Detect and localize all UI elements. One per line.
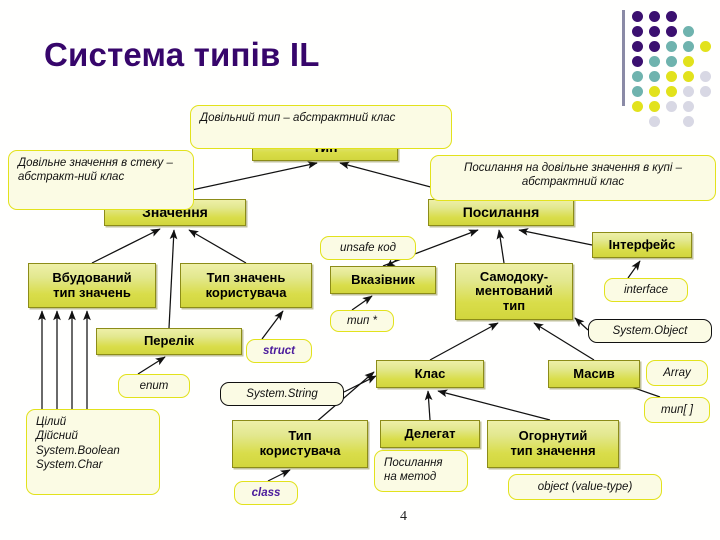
callout-arraytype-kw[interactable]: тип[ ] [644,397,710,423]
node-reference[interactable]: Посилання [428,199,574,226]
callout-struct-kw[interactable]: struct [246,339,312,363]
callout-value-note[interactable]: Довільне значення в стеку – абстракт-ний… [8,150,194,210]
node-enumeration[interactable]: Перелік [96,328,242,355]
callout-text: тип[ ] [661,403,693,416]
callout-systemstring[interactable]: System.String [220,382,344,406]
callout-text: interface [623,283,669,296]
node-label: Тип користувача [259,428,341,458]
node-builtin[interactable]: Вбудований тип значень [28,263,156,308]
callout-systemobject[interactable]: System.Object [588,319,712,343]
callout-boxed-kw[interactable]: object (value-type) [508,474,662,500]
callout-text: Array [663,366,691,379]
callout-text: тип * [347,314,377,327]
callout-class-kw[interactable]: class [234,481,298,505]
node-label: Масив [573,365,615,381]
node-interface[interactable]: Інтерфейс [592,232,692,258]
node-label: Самодоку-ментований тип [475,268,553,313]
slide-canvas: Система типів IL Значення Посилання Вбуд… [0,0,720,540]
callout-text: Посилання на довільне значення в купі – … [464,162,682,189]
callout-delegate-note[interactable]: Посилання на метод [374,450,468,492]
page-number: 4 [400,509,407,524]
callout-text: class [251,486,281,499]
node-delegate[interactable]: Делегат [380,420,480,448]
callout-text: System.String [246,387,318,400]
node-class[interactable]: Клас [376,360,484,388]
callout-primitives[interactable]: Цілий Дійсний System.Boolean System.Char [26,409,160,495]
node-pointer[interactable]: Вказівник [330,266,436,294]
callout-unsafe-note[interactable]: unsafe код [320,236,416,260]
node-label: Вбудований тип значень [52,269,132,300]
node-usertype[interactable]: Тип користувача [232,420,368,468]
callout-text: struct [263,344,295,357]
callout-text: enum [139,379,169,392]
callout-text: Довільний тип – абстрактний клас [200,112,396,124]
node-label: Інтерфейс [608,236,676,252]
node-boxed[interactable]: Огорнутий тип значення [487,420,619,468]
callout-pointer-kw[interactable]: тип * [330,310,394,332]
callout-array-kw[interactable]: Array [646,360,708,386]
callout-text: unsafe код [340,241,396,254]
node-label: Делегат [404,425,456,441]
node-label: Огорнутий тип значення [510,428,596,458]
node-label: Тип значень користувача [205,269,287,300]
callout-reference-note[interactable]: Посилання на довільне значення в купі – … [430,155,716,201]
callout-text: Цілий Дійсний System.Boolean System.Char [36,416,120,472]
node-label: Вказівник [351,271,415,287]
node-selfdoc[interactable]: Самодоку-ментований тип [455,263,573,320]
callout-interface-kw[interactable]: interface [604,278,688,302]
callout-type-note[interactable]: Довільний тип – абстрактний клас [190,105,452,149]
node-array[interactable]: Масив [548,360,640,388]
node-uservalue[interactable]: Тип значень користувача [180,263,312,308]
node-label: Перелік [143,333,195,349]
node-label: Посилання [462,203,540,220]
node-label: Клас [414,365,446,381]
callout-enum-kw[interactable]: enum [118,374,190,398]
callout-text: System.Object [612,324,688,337]
callout-text: object (value-type) [537,480,633,493]
callout-text: Посилання на метод [384,457,443,484]
callout-text: Довільне значення в стеку – абстракт-ний… [18,157,173,184]
